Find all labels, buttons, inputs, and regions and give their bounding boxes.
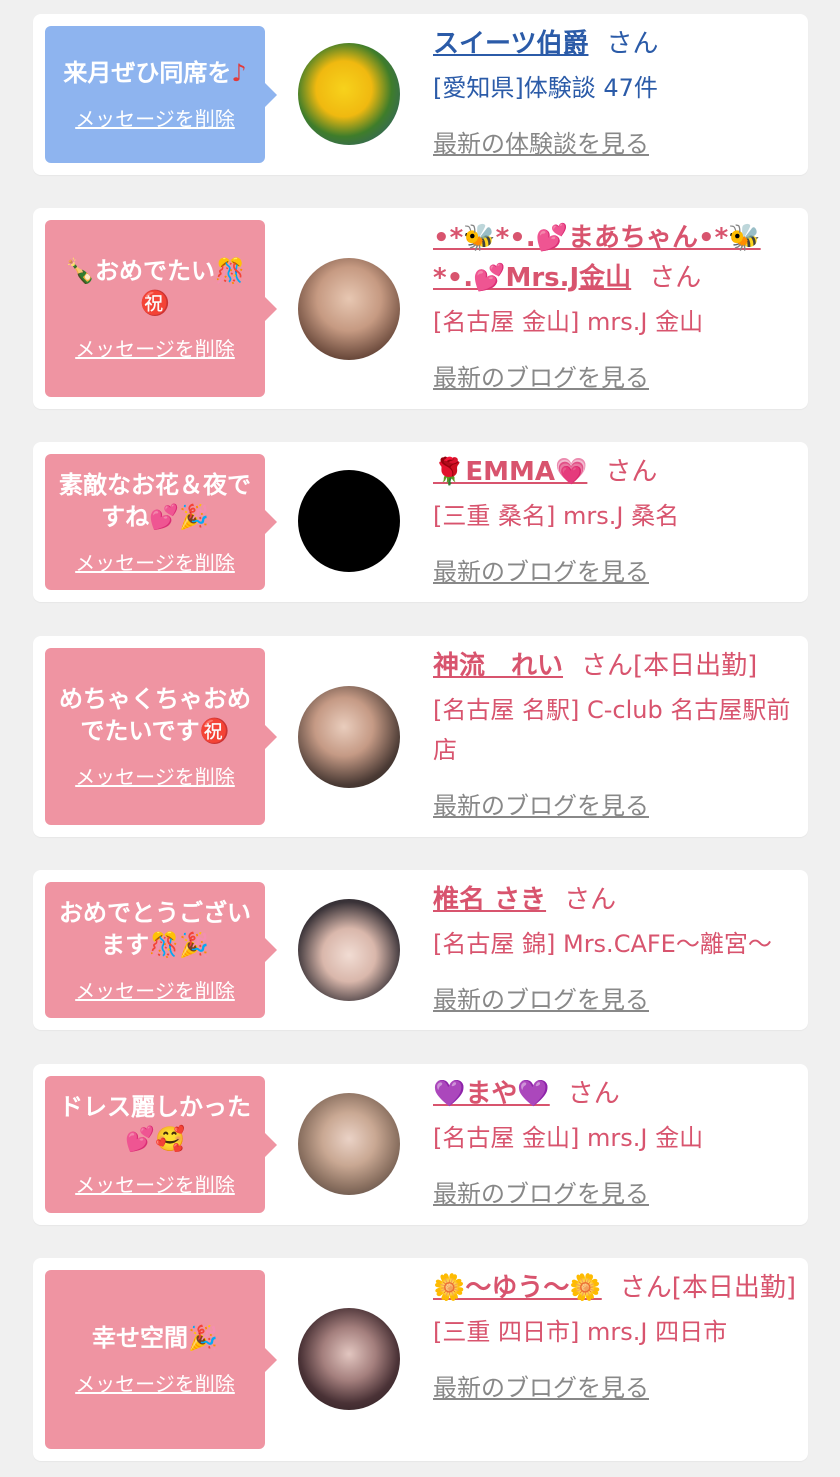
list-item: 🍾おめでたい🎊㊗️ メッセージを削除 •*🐝*•.💕まあちゃん•*🐝*•.💕Mr…: [33, 208, 808, 409]
latest-post-link[interactable]: 最新の体験談を見る: [433, 124, 798, 159]
list-item: めちゃくちゃおめでたいです㊗️ メッセージを削除 神流 れい さん[本日出勤] […: [33, 636, 808, 837]
shop-info: [愛知県]体験談 47件: [433, 74, 658, 102]
list-item: 来月ぜひ同席を♪ メッセージを削除 スイーツ伯爵 さん [愛知県]体験談 47件 …: [33, 14, 808, 175]
profile-name-link[interactable]: •*🐝*•.💕まあちゃん•*🐝*•.💕Mrs.J金山: [433, 223, 761, 293]
shop-info: [三重 桑名] mrs.J 桑名: [433, 502, 680, 530]
profile-info: 💜まや💜 さん [名古屋 金山] mrs.J 金山 最新のブログを見る: [433, 1074, 798, 1209]
message-text: 来月ぜひ同席を♪: [63, 59, 247, 87]
profile-name-link[interactable]: 神流 れい: [433, 651, 563, 681]
shop-info: [三重 四日市] mrs.J 四日市: [433, 1318, 728, 1346]
avatar[interactable]: [298, 899, 400, 1001]
profile-name-link[interactable]: 🌹EMMA💗: [433, 457, 587, 487]
san-label: さん: [605, 457, 658, 487]
san-label: さん: [619, 1273, 672, 1303]
avatar[interactable]: [298, 258, 400, 360]
delete-message-link[interactable]: メッセージを削除: [75, 103, 235, 132]
latest-post-link[interactable]: 最新のブログを見る: [433, 1368, 798, 1403]
message-bubble: おめでとうございます🎊🎉 メッセージを削除: [45, 882, 277, 1018]
san-label: さん: [649, 263, 702, 293]
list-item: ドレス麗しかった💕🥰 メッセージを削除 💜まや💜 さん [名古屋 金山] mrs.…: [33, 1064, 808, 1225]
avatar[interactable]: [298, 1308, 400, 1410]
delete-message-link[interactable]: メッセージを削除: [75, 761, 235, 790]
san-label: さん: [567, 1079, 620, 1109]
list-item: 幸せ空間🎉 メッセージを削除 🌼〜ゆう〜🌼 さん[本日出勤] [三重 四日市] m…: [33, 1258, 808, 1461]
latest-post-link[interactable]: 最新のブログを見る: [433, 552, 798, 587]
message-text: めちゃくちゃおめでたいです㊗️: [59, 685, 251, 745]
message-bubble: 来月ぜひ同席を♪ メッセージを削除: [45, 26, 277, 163]
profile-info: •*🐝*•.💕まあちゃん•*🐝*•.💕Mrs.J金山 さん [名古屋 金山] mr…: [433, 218, 798, 393]
message-text: ドレス麗しかった💕🥰: [59, 1093, 251, 1153]
message-bubble: 素敵なお花＆夜ですね💕🎉 メッセージを削除: [45, 454, 277, 590]
san-label: さん: [581, 651, 634, 681]
delete-message-link[interactable]: メッセージを削除: [75, 1169, 235, 1198]
list-item: おめでとうございます🎊🎉 メッセージを削除 椎名 さき さん [名古屋 錦] Mr…: [33, 870, 808, 1030]
shop-info: [名古屋 金山] mrs.J 金山: [433, 1124, 704, 1152]
avatar[interactable]: [298, 470, 400, 572]
music-note-icon: ♪: [231, 59, 247, 87]
san-label: さん: [606, 29, 659, 59]
delete-message-link[interactable]: メッセージを削除: [75, 1368, 235, 1397]
profile-name-link[interactable]: 💜まや💜: [433, 1079, 550, 1109]
profile-name-link[interactable]: 🌼〜ゆう〜🌼: [433, 1273, 602, 1303]
shop-info: [名古屋 錦] Mrs.CAFE〜離宮〜: [433, 930, 772, 958]
profile-info: 🌹EMMA💗 さん [三重 桑名] mrs.J 桑名 最新のブログを見る: [433, 452, 798, 587]
avatar[interactable]: [298, 43, 400, 145]
message-bubble: ドレス麗しかった💕🥰 メッセージを削除: [45, 1076, 277, 1213]
san-label: さん: [564, 885, 617, 915]
profile-info: スイーツ伯爵 さん [愛知県]体験談 47件 最新の体験談を見る: [433, 24, 798, 159]
profile-info: 椎名 さき さん [名古屋 錦] Mrs.CAFE〜離宮〜 最新のブログを見る: [433, 880, 798, 1015]
delete-message-link[interactable]: メッセージを削除: [75, 975, 235, 1004]
list-item: 素敵なお花＆夜ですね💕🎉 メッセージを削除 🌹EMMA💗 さん [三重 桑名] m…: [33, 442, 808, 602]
latest-post-link[interactable]: 最新のブログを見る: [433, 786, 798, 821]
delete-message-link[interactable]: メッセージを削除: [75, 333, 235, 362]
profile-info: 🌼〜ゆう〜🌼 さん[本日出勤] [三重 四日市] mrs.J 四日市 最新のブログ…: [433, 1273, 798, 1403]
latest-post-link[interactable]: 最新のブログを見る: [433, 980, 798, 1015]
message-text: 🍾おめでたい🎊㊗️: [65, 257, 245, 317]
message-text: おめでとうございます🎊🎉: [59, 898, 251, 959]
profile-name-link[interactable]: スイーツ伯爵: [433, 29, 588, 59]
message-bubble: 🍾おめでたい🎊㊗️ メッセージを削除: [45, 220, 277, 397]
delete-message-link[interactable]: メッセージを削除: [75, 547, 235, 576]
latest-post-link[interactable]: 最新のブログを見る: [433, 1174, 798, 1209]
message-text: 素敵なお花＆夜ですね💕🎉: [59, 470, 251, 531]
profile-name-link[interactable]: 椎名 さき: [433, 885, 546, 915]
shop-info: [名古屋 名駅] C-club 名古屋駅前店: [433, 696, 791, 764]
message-bubble: 幸せ空間🎉 メッセージを削除: [45, 1270, 277, 1449]
message-bubble: めちゃくちゃおめでたいです㊗️ メッセージを削除: [45, 648, 277, 825]
message-text: 幸せ空間🎉: [92, 1324, 218, 1352]
shop-info: [名古屋 金山] mrs.J 金山: [433, 308, 704, 336]
avatar[interactable]: [298, 686, 400, 788]
latest-post-link[interactable]: 最新のブログを見る: [433, 358, 798, 393]
avatar[interactable]: [298, 1093, 400, 1195]
profile-info: 神流 れい さん[本日出勤] [名古屋 名駅] C-club 名古屋駅前店 最新の…: [433, 646, 798, 821]
